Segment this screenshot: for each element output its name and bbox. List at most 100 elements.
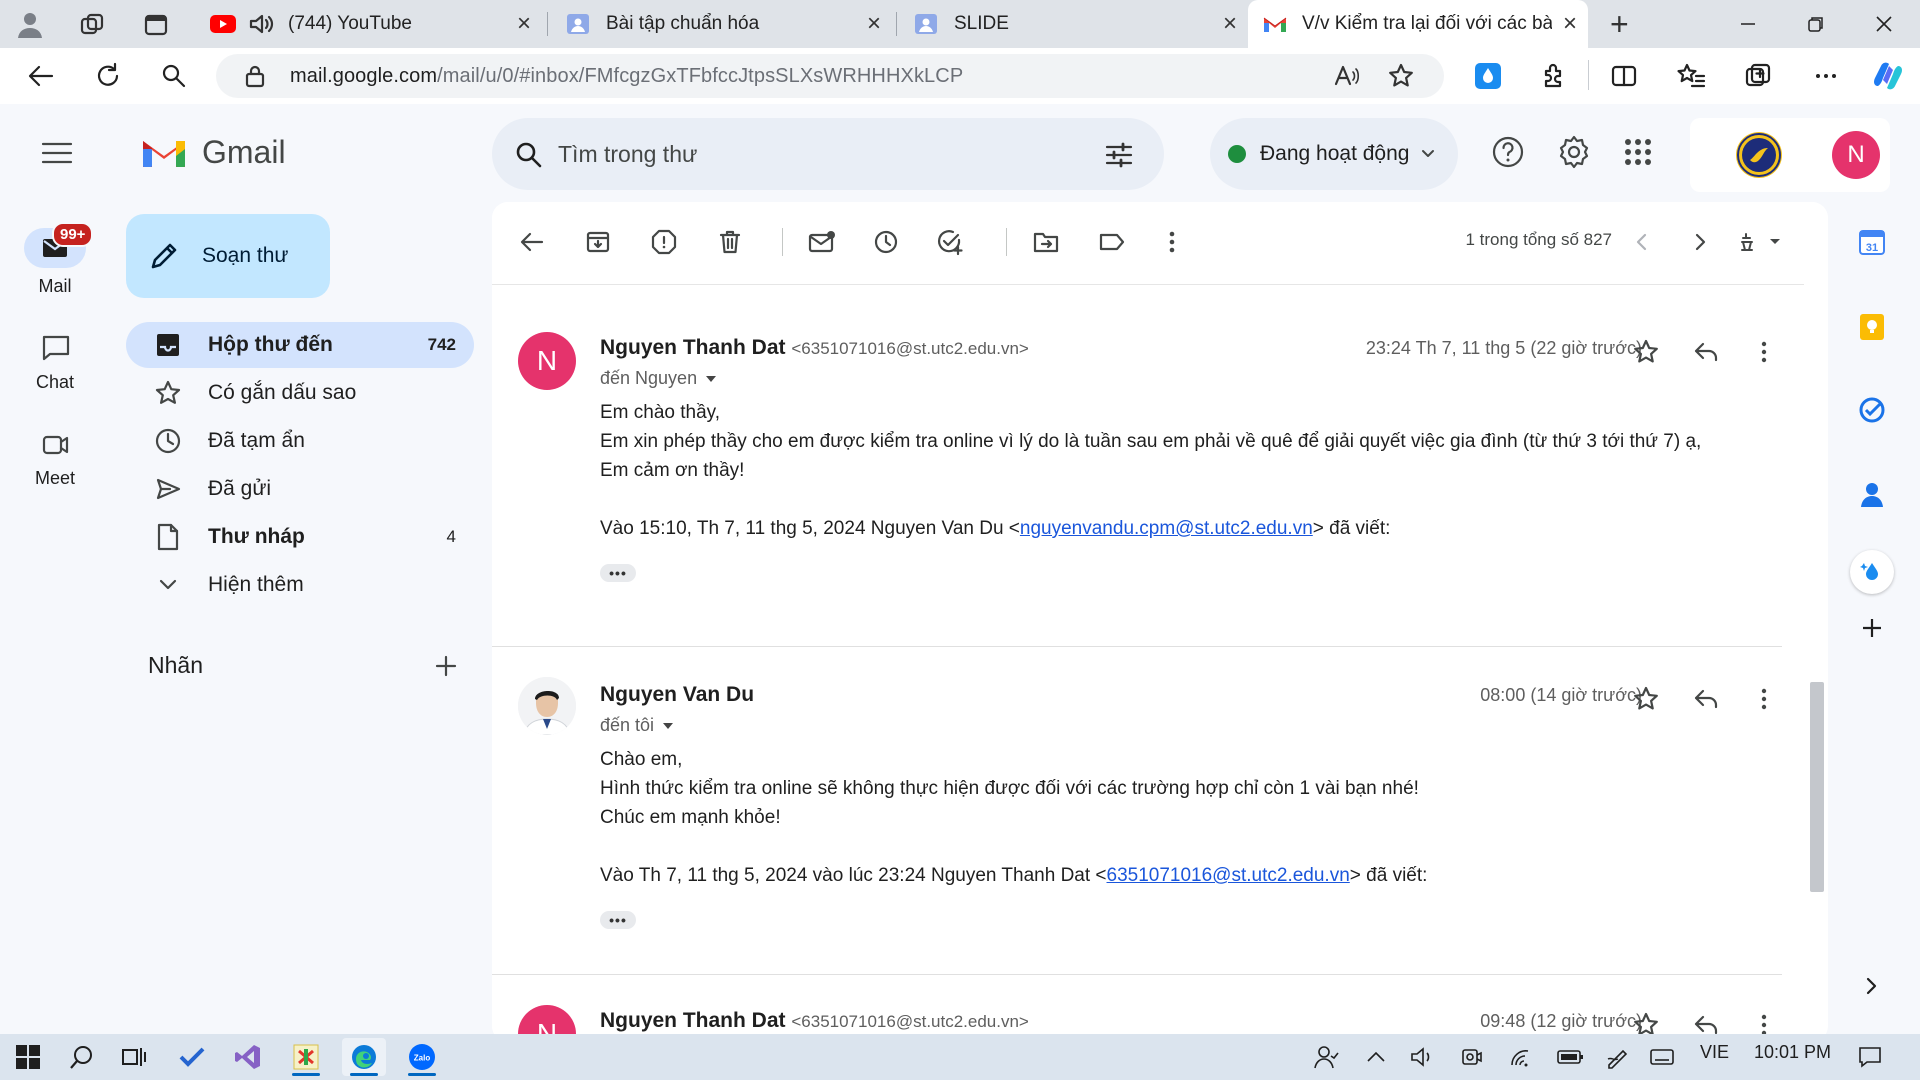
meet-icon[interactable] (41, 432, 71, 458)
snooze-icon[interactable] (866, 222, 906, 262)
collections-icon[interactable] (1744, 62, 1772, 90)
search-bar[interactable]: Tìm trong thư (492, 118, 1164, 190)
nav-item-snoozed[interactable]: Đã tạm ẩn (126, 418, 474, 464)
taskbar-search-icon[interactable] (60, 1038, 104, 1076)
nav-item-starred[interactable]: Có gắn dấu sao (126, 370, 474, 416)
close-tab-icon[interactable]: × (1552, 10, 1588, 38)
search-input[interactable]: Tìm trong thư (558, 141, 697, 168)
recipient-line[interactable]: đến tôi (600, 715, 674, 736)
search-icon[interactable] (514, 140, 544, 170)
reply-icon[interactable] (1688, 681, 1724, 717)
pen-icon[interactable] (1596, 1038, 1640, 1076)
archive-icon[interactable] (578, 222, 618, 262)
split-screen-icon[interactable] (1610, 62, 1638, 90)
close-tab-icon[interactable]: × (506, 10, 542, 38)
gmail-logo[interactable]: Gmail (140, 134, 286, 171)
calendar-icon[interactable]: 31 (1858, 228, 1886, 256)
tab-bai-tap[interactable]: Bài tập chuẩn hóa × (552, 0, 892, 48)
tab-slide[interactable]: SLIDE × (900, 0, 1248, 48)
people-icon[interactable] (1304, 1038, 1348, 1076)
add-addon-icon[interactable] (1860, 616, 1884, 640)
quote-email-link[interactable]: nguyenvandu.cpm@st.utc2.edu.vn (1020, 518, 1313, 539)
close-tab-icon[interactable]: × (856, 10, 892, 38)
close-tab-icon[interactable]: × (1212, 10, 1248, 38)
quote-email-link[interactable]: 6351071016@st.utc2.edu.vn (1107, 865, 1350, 886)
sender-name[interactable]: Nguyen Thanh Dat (600, 336, 786, 359)
reload-icon[interactable] (94, 61, 122, 91)
label-icon[interactable] (1092, 222, 1132, 262)
chat-rail-label[interactable]: Chat (0, 372, 110, 393)
tab-actions-icon[interactable] (142, 11, 170, 39)
status-selector[interactable]: Đang hoạt động (1210, 118, 1458, 190)
edge-icon[interactable] (342, 1038, 386, 1076)
nav-item-drafts[interactable]: Thư nháp 4 (126, 514, 474, 560)
addon-drop-icon[interactable] (1850, 550, 1894, 594)
restore-icon[interactable] (1786, 0, 1846, 48)
expand-panel-chevron-icon[interactable] (1864, 976, 1878, 996)
profile-icon[interactable] (14, 8, 46, 40)
nav-item-inbox[interactable]: Hộp thư đến 742 (126, 322, 474, 368)
address-bar[interactable]: mail.google.com/mail/u/0/#inbox/FMfcgzGx… (216, 54, 1444, 98)
recipient-line[interactable]: đến Nguyen (600, 368, 717, 389)
star-message-icon[interactable] (1628, 681, 1664, 717)
volume-icon[interactable] (1400, 1038, 1444, 1076)
tab-youtube[interactable]: (744) YouTube × (196, 0, 542, 48)
lock-icon[interactable] (244, 64, 266, 88)
move-to-icon[interactable] (1026, 222, 1066, 262)
meet-rail-label[interactable]: Meet (0, 468, 110, 489)
star-message-icon[interactable] (1628, 334, 1664, 370)
battery-icon[interactable] (1548, 1038, 1592, 1076)
tab-gmail-active[interactable]: V/v Kiểm tra lại đối với các bài l × (1248, 0, 1588, 48)
read-aloud-icon[interactable] (1334, 64, 1362, 88)
workspaces-icon[interactable] (78, 11, 106, 39)
mail-rail-label[interactable]: Mail (0, 276, 110, 297)
sender-photo-avatar[interactable] (518, 677, 576, 735)
message-more-icon[interactable] (1746, 334, 1782, 370)
delete-icon[interactable] (710, 222, 750, 262)
search-options-icon[interactable] (1104, 140, 1134, 170)
back-icon[interactable] (26, 62, 56, 90)
extension-drop-icon[interactable] (1474, 62, 1502, 90)
message-more-icon[interactable] (1746, 681, 1782, 717)
show-trimmed-content-button[interactable]: ••• (600, 564, 636, 582)
mark-unread-icon[interactable] (802, 222, 842, 262)
more-options-icon[interactable] (1812, 62, 1840, 90)
zalo-icon[interactable]: Zalo (400, 1038, 444, 1076)
report-spam-icon[interactable] (644, 222, 684, 262)
sender-avatar[interactable]: N (518, 332, 576, 390)
input-tools-icon[interactable] (1732, 222, 1792, 262)
camera-icon[interactable] (1450, 1038, 1494, 1076)
favorites-icon[interactable] (1676, 62, 1706, 90)
add-task-icon[interactable] (930, 222, 970, 262)
settings-gear-icon[interactable] (1556, 134, 1592, 170)
sender-name[interactable]: Nguyen Van Du (600, 683, 754, 706)
speaker-icon[interactable] (248, 12, 274, 36)
nav-item-sent[interactable]: Đã gửi (126, 466, 474, 512)
back-to-inbox-icon[interactable] (512, 222, 552, 262)
sender-name[interactable]: Nguyen Thanh Dat (600, 1009, 786, 1032)
unikey-icon[interactable] (284, 1038, 328, 1076)
scrollbar-thumb[interactable] (1810, 682, 1824, 892)
tray-chevron-up-icon[interactable] (1354, 1038, 1398, 1076)
older-chevron-right-icon[interactable] (1680, 222, 1720, 262)
task-view-icon[interactable] (112, 1038, 156, 1076)
copilot-icon[interactable] (1870, 58, 1906, 94)
system-clock[interactable]: 10:01 PM (1754, 1042, 1831, 1063)
wifi-icon[interactable] (1500, 1038, 1544, 1076)
more-actions-icon[interactable] (1152, 222, 1192, 262)
close-window-icon[interactable] (1854, 0, 1914, 48)
show-trimmed-content-button[interactable]: ••• (600, 911, 636, 929)
extensions-icon[interactable] (1540, 62, 1568, 90)
favorite-star-icon[interactable] (1388, 63, 1414, 89)
contacts-icon[interactable] (1858, 480, 1886, 508)
nav-item-more[interactable]: Hiện thêm (126, 562, 474, 608)
add-label-icon[interactable] (434, 654, 458, 678)
todo-app-icon[interactable] (170, 1038, 214, 1076)
input-language[interactable]: VIE (1700, 1042, 1729, 1063)
compose-button[interactable]: Soạn thư (126, 214, 330, 298)
minimize-icon[interactable] (1718, 0, 1778, 48)
keyboard-icon[interactable] (1640, 1038, 1684, 1076)
start-icon[interactable] (6, 1038, 50, 1076)
reply-icon[interactable] (1688, 334, 1724, 370)
chat-icon[interactable] (41, 334, 71, 362)
